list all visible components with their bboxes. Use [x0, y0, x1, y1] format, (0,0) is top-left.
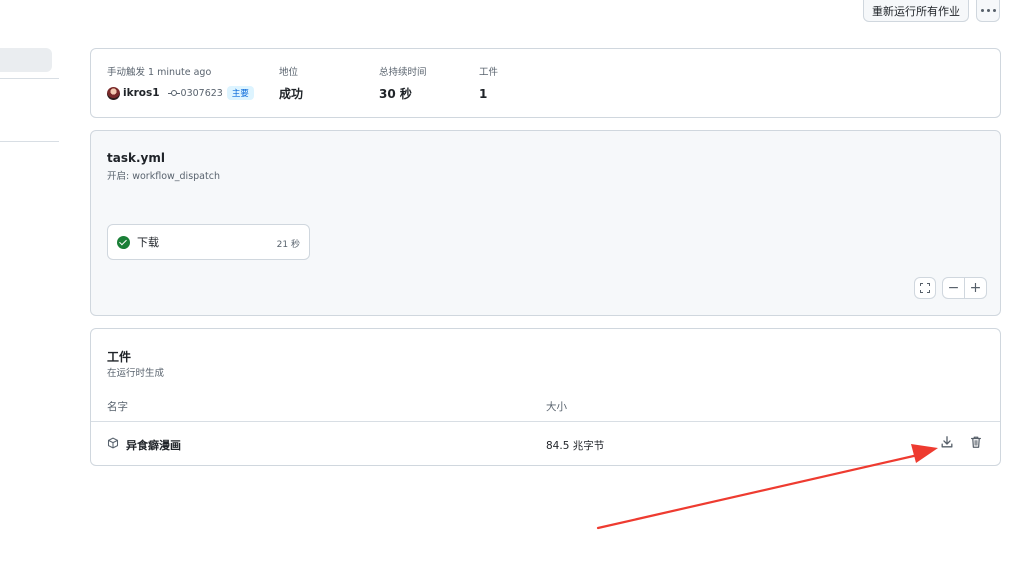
sidebar-active-item[interactable]: [0, 48, 52, 72]
sidebar-divider: [0, 141, 59, 142]
sidebar-divider: [0, 78, 59, 79]
artifact-name-link[interactable]: 异食癖漫画: [126, 437, 181, 453]
artifact-size: 84.5 兆字节: [546, 440, 605, 452]
artifacts-title: 工件: [107, 350, 132, 364]
artifacts-count-label: 工件: [479, 67, 499, 78]
trigger-column: 手动触发 1 minute ago ikros1 0307623 主要: [107, 67, 254, 100]
workflow-file-name: task.yml: [107, 151, 165, 165]
fullscreen-icon: [920, 283, 930, 293]
job-duration: 21 秒: [276, 240, 300, 250]
column-header-name: 名字: [107, 401, 128, 413]
download-icon[interactable]: [940, 435, 954, 449]
job-node-download[interactable]: 下载 21 秒: [107, 224, 310, 260]
rerun-all-jobs-button[interactable]: 重新运行所有作业: [863, 0, 969, 22]
check-circle-icon: [117, 236, 130, 249]
job-name: 下载: [137, 236, 159, 249]
trigger-label: 手动触发 1 minute ago: [107, 67, 212, 78]
status-column: 地位 成功: [279, 67, 303, 101]
artifacts-card: 工件 在运行时生成 名字 大小 异食癖漫画 84.5 兆字节: [90, 328, 1001, 466]
commit-sha-link[interactable]: 0307623: [181, 88, 223, 99]
zoom-out-button[interactable]: −: [943, 278, 965, 298]
status-label: 地位: [279, 67, 299, 78]
avatar[interactable]: [107, 86, 120, 100]
table-divider: [91, 421, 1000, 422]
run-summary-card: 手动触发 1 minute ago ikros1 0307623 主要 地位 成…: [90, 48, 1001, 118]
workflow-graph-card: task.yml 开启: workflow_dispatch 下载 21 秒 −…: [90, 130, 1001, 316]
duration-column: 总持续时间 30 秒: [379, 67, 427, 101]
duration-value: 30 秒: [379, 87, 412, 101]
actions-run-page: 重新运行所有作业 手动触发 1 minute ago ikros1 030762…: [0, 0, 1024, 584]
artifacts-subtitle: 在运行时生成: [107, 368, 165, 379]
status-value: 成功: [279, 87, 304, 101]
kebab-icon: [980, 9, 984, 12]
branch-badge[interactable]: 主要: [226, 86, 254, 100]
trash-icon[interactable]: [969, 435, 983, 449]
artifacts-count-value[interactable]: 1: [479, 87, 498, 101]
actor-link[interactable]: ikros1: [123, 87, 160, 99]
zoom-controls: − +: [942, 277, 987, 299]
zoom-in-button[interactable]: +: [965, 278, 986, 298]
duration-label: 总持续时间: [379, 67, 427, 78]
more-options-button[interactable]: [976, 0, 1000, 22]
artifacts-column: 工件 1: [479, 67, 498, 101]
fullscreen-button[interactable]: [914, 277, 936, 299]
commit-icon: [167, 88, 180, 98]
package-icon: [107, 437, 119, 449]
column-header-size: 大小: [546, 401, 567, 413]
workflow-trigger: 开启: workflow_dispatch: [107, 171, 220, 182]
